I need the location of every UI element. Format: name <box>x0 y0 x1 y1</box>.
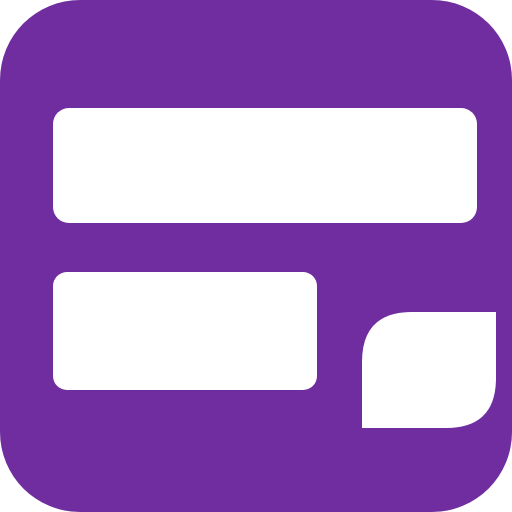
glyph-short-bar <box>53 272 317 390</box>
app-icon <box>0 0 512 512</box>
glyph-wide-bar <box>53 108 477 223</box>
app-glyph <box>53 108 496 428</box>
glyph-leaf-accent <box>362 312 496 428</box>
